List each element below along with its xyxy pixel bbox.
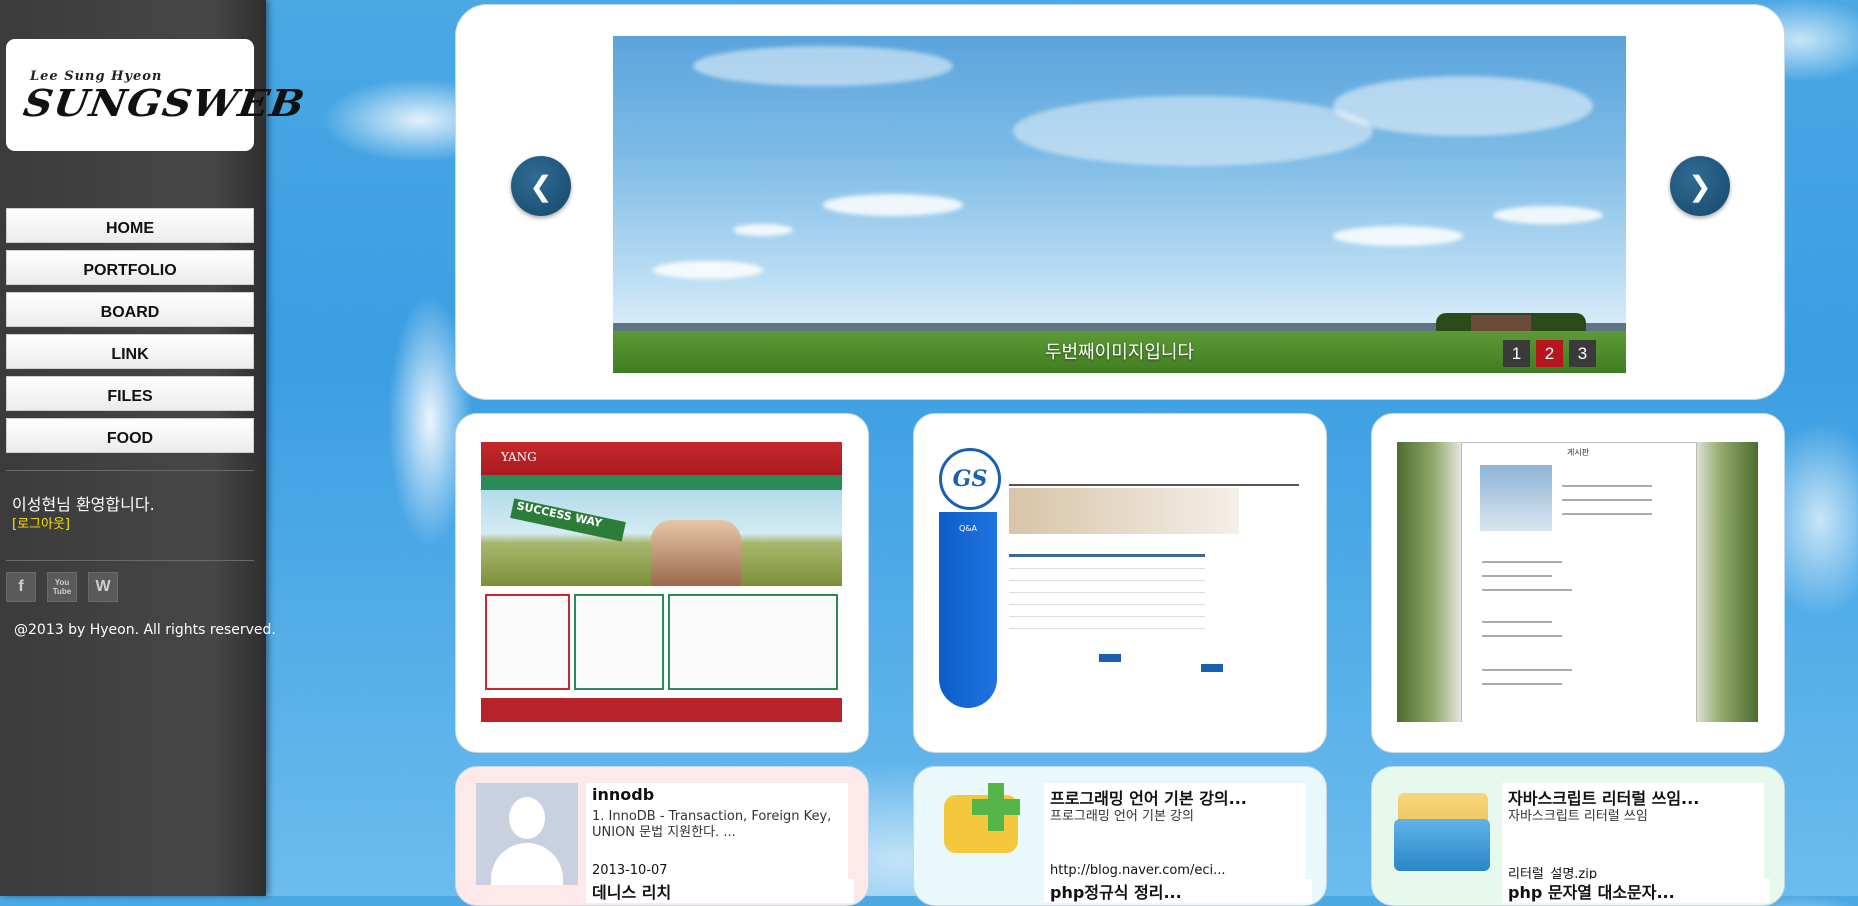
- logout-link[interactable]: [로그아웃]: [12, 513, 70, 532]
- thumb-header: YANG: [481, 442, 842, 475]
- nav-item-home[interactable]: HOME: [6, 208, 254, 243]
- slide-pager: 1 2 3: [1503, 340, 1596, 367]
- file-entry-desc: 자바스크립트 리터럴 쓰임: [1508, 809, 1648, 824]
- slide-caption: 두번째이미지입니다: [1044, 342, 1195, 363]
- thumb-box: [573, 594, 665, 690]
- avatar-body: [491, 843, 563, 885]
- cloud: [1333, 226, 1463, 246]
- penguin-photo: [1480, 465, 1552, 531]
- thumb-sidebar: Q&A: [939, 512, 997, 708]
- thumb-box: [485, 594, 570, 690]
- cloud: [1333, 76, 1593, 136]
- folder-front: [1394, 819, 1490, 871]
- cloud: [653, 261, 763, 279]
- welcome-text: 이성현님 환영합니다.: [12, 495, 155, 514]
- thumb-page-title: 게시판: [1567, 448, 1590, 457]
- file-entry[interactable]: 자바스크립트 리터럴 쓰임... 자바스크립트 리터럴 쓰임 리터럴_설명.zi…: [1502, 783, 1764, 885]
- text-line: [1562, 513, 1652, 515]
- text-line: [1482, 683, 1562, 685]
- cloud: [1493, 206, 1603, 224]
- portfolio-thumbnail[interactable]: YANG SUCCESS WAY: [481, 442, 842, 722]
- thumb-logo: YANG: [501, 450, 537, 464]
- pager-button-3[interactable]: 3: [1569, 340, 1596, 367]
- thumb-button: [1099, 654, 1121, 662]
- main-nav: HOME PORTFOLIO BOARD LINK FILES FOOD: [6, 208, 254, 460]
- text-line: [1562, 485, 1652, 487]
- pager-button-1[interactable]: 1: [1503, 340, 1530, 367]
- nav-item-portfolio[interactable]: PORTFOLIO: [6, 250, 254, 285]
- nav-item-food[interactable]: FOOD: [6, 418, 254, 453]
- text-line: [1562, 499, 1652, 501]
- thumb-footer: [481, 698, 842, 722]
- thumb-button: [1201, 664, 1223, 672]
- portfolio-card[interactable]: 게시판: [1371, 413, 1785, 753]
- youtube-icon[interactable]: You Tube: [47, 572, 77, 602]
- nav-item-board[interactable]: BOARD: [6, 292, 254, 327]
- link-entry-title[interactable]: php정규식 정리...: [1044, 879, 1312, 903]
- nav-item-link[interactable]: LINK: [6, 334, 254, 369]
- sidebar-divider: [6, 560, 254, 561]
- sidebar-divider: [6, 470, 254, 471]
- plus-sign: [972, 799, 1020, 815]
- board-entry-date: 2013-10-07: [592, 863, 668, 878]
- wordpress-icon[interactable]: W: [88, 572, 118, 602]
- slider-prev-button[interactable]: ❮: [511, 156, 571, 216]
- thumb-section-label: Q&A: [959, 524, 978, 533]
- portfolio-thumbnail[interactable]: GS Q&A: [939, 442, 1300, 722]
- board-entry-desc: 1. InnoDB - Transaction, Foreign Key, UN…: [592, 809, 832, 840]
- thumb-banner: [1009, 488, 1239, 534]
- avatar-head: [509, 797, 545, 839]
- cloud: [733, 224, 793, 236]
- add-comment-icon: [934, 783, 1036, 885]
- text-line: [1482, 621, 1552, 623]
- cloud: [693, 46, 953, 86]
- thumb-hero: SUCCESS WAY: [481, 490, 842, 586]
- text-line: [1482, 669, 1572, 671]
- board-card[interactable]: 자바스크립트 리터럴 쓰임... 자바스크립트 리터럴 쓰임 리터럴_설명.zi…: [1371, 766, 1785, 906]
- link-entry[interactable]: 프로그래밍 언어 기본 강의... 프로그래밍 언어 기본 강의 http://…: [1044, 783, 1306, 885]
- nav-item-files[interactable]: FILES: [6, 376, 254, 411]
- text-line: [1482, 635, 1562, 637]
- logo-title: SUNGSWEB: [20, 81, 309, 125]
- thumb-table: [1009, 554, 1205, 635]
- cloud: [823, 194, 963, 216]
- link-entry-desc: 프로그래밍 언어 기본 강의: [1050, 809, 1194, 824]
- slider-next-button[interactable]: ❯: [1670, 156, 1730, 216]
- board-entry-title[interactable]: innodb: [592, 785, 848, 804]
- thumb-box: [668, 594, 838, 690]
- slide-image: 두번째이미지입니다 1 2 3: [613, 36, 1626, 373]
- site-logo[interactable]: Lee Sung Hyeon SUNGSWEB: [6, 39, 308, 151]
- copyright-text: @2013 by Hyeon. All rights reserved.: [14, 622, 276, 638]
- thumb-nav: [481, 475, 842, 490]
- cloud: [1013, 96, 1373, 166]
- text-line: [1482, 561, 1562, 563]
- text-line: [1482, 575, 1552, 577]
- board-entry-title[interactable]: 데니스 리치: [586, 879, 854, 903]
- avatar-icon: [476, 783, 578, 885]
- text-line: [1482, 589, 1572, 591]
- image-slider: ❮ 두번째이미지입니다 1 2 3 ❯: [455, 4, 1785, 400]
- portfolio-card[interactable]: GS Q&A: [913, 413, 1327, 753]
- file-entry-title[interactable]: php 문자열 대소문자...: [1502, 879, 1770, 903]
- portfolio-thumbnail[interactable]: 게시판: [1397, 442, 1758, 722]
- board-card[interactable]: 프로그래밍 언어 기본 강의... 프로그래밍 언어 기본 강의 http://…: [913, 766, 1327, 906]
- board-card[interactable]: innodb 1. InnoDB - Transaction, Foreign …: [455, 766, 869, 906]
- link-entry-title[interactable]: 프로그래밍 언어 기본 강의...: [1050, 785, 1306, 809]
- portfolio-card[interactable]: YANG SUCCESS WAY: [455, 413, 869, 753]
- social-links: f You Tube W: [6, 572, 118, 602]
- file-entry-title[interactable]: 자바스크립트 리터럴 쓰임...: [1508, 785, 1764, 809]
- street-sign: SUCCESS WAY: [510, 498, 626, 542]
- sidebar: Lee Sung Hyeon SUNGSWEB HOME PORTFOLIO B…: [0, 0, 308, 896]
- pager-button-2[interactable]: 2: [1536, 340, 1563, 367]
- folder-icon: [1392, 783, 1494, 885]
- farm-house: [1471, 315, 1531, 331]
- link-entry-url[interactable]: http://blog.naver.com/eci...: [1050, 863, 1226, 878]
- thumb-boxes: [481, 586, 842, 698]
- board-entry[interactable]: innodb 1. InnoDB - Transaction, Foreign …: [586, 783, 848, 885]
- gs-logo: GS: [939, 448, 1001, 510]
- family-photo: [651, 520, 741, 586]
- thumb-menu: [1009, 478, 1299, 486]
- facebook-icon[interactable]: f: [6, 572, 36, 602]
- thumb-page: 게시판: [1461, 442, 1697, 722]
